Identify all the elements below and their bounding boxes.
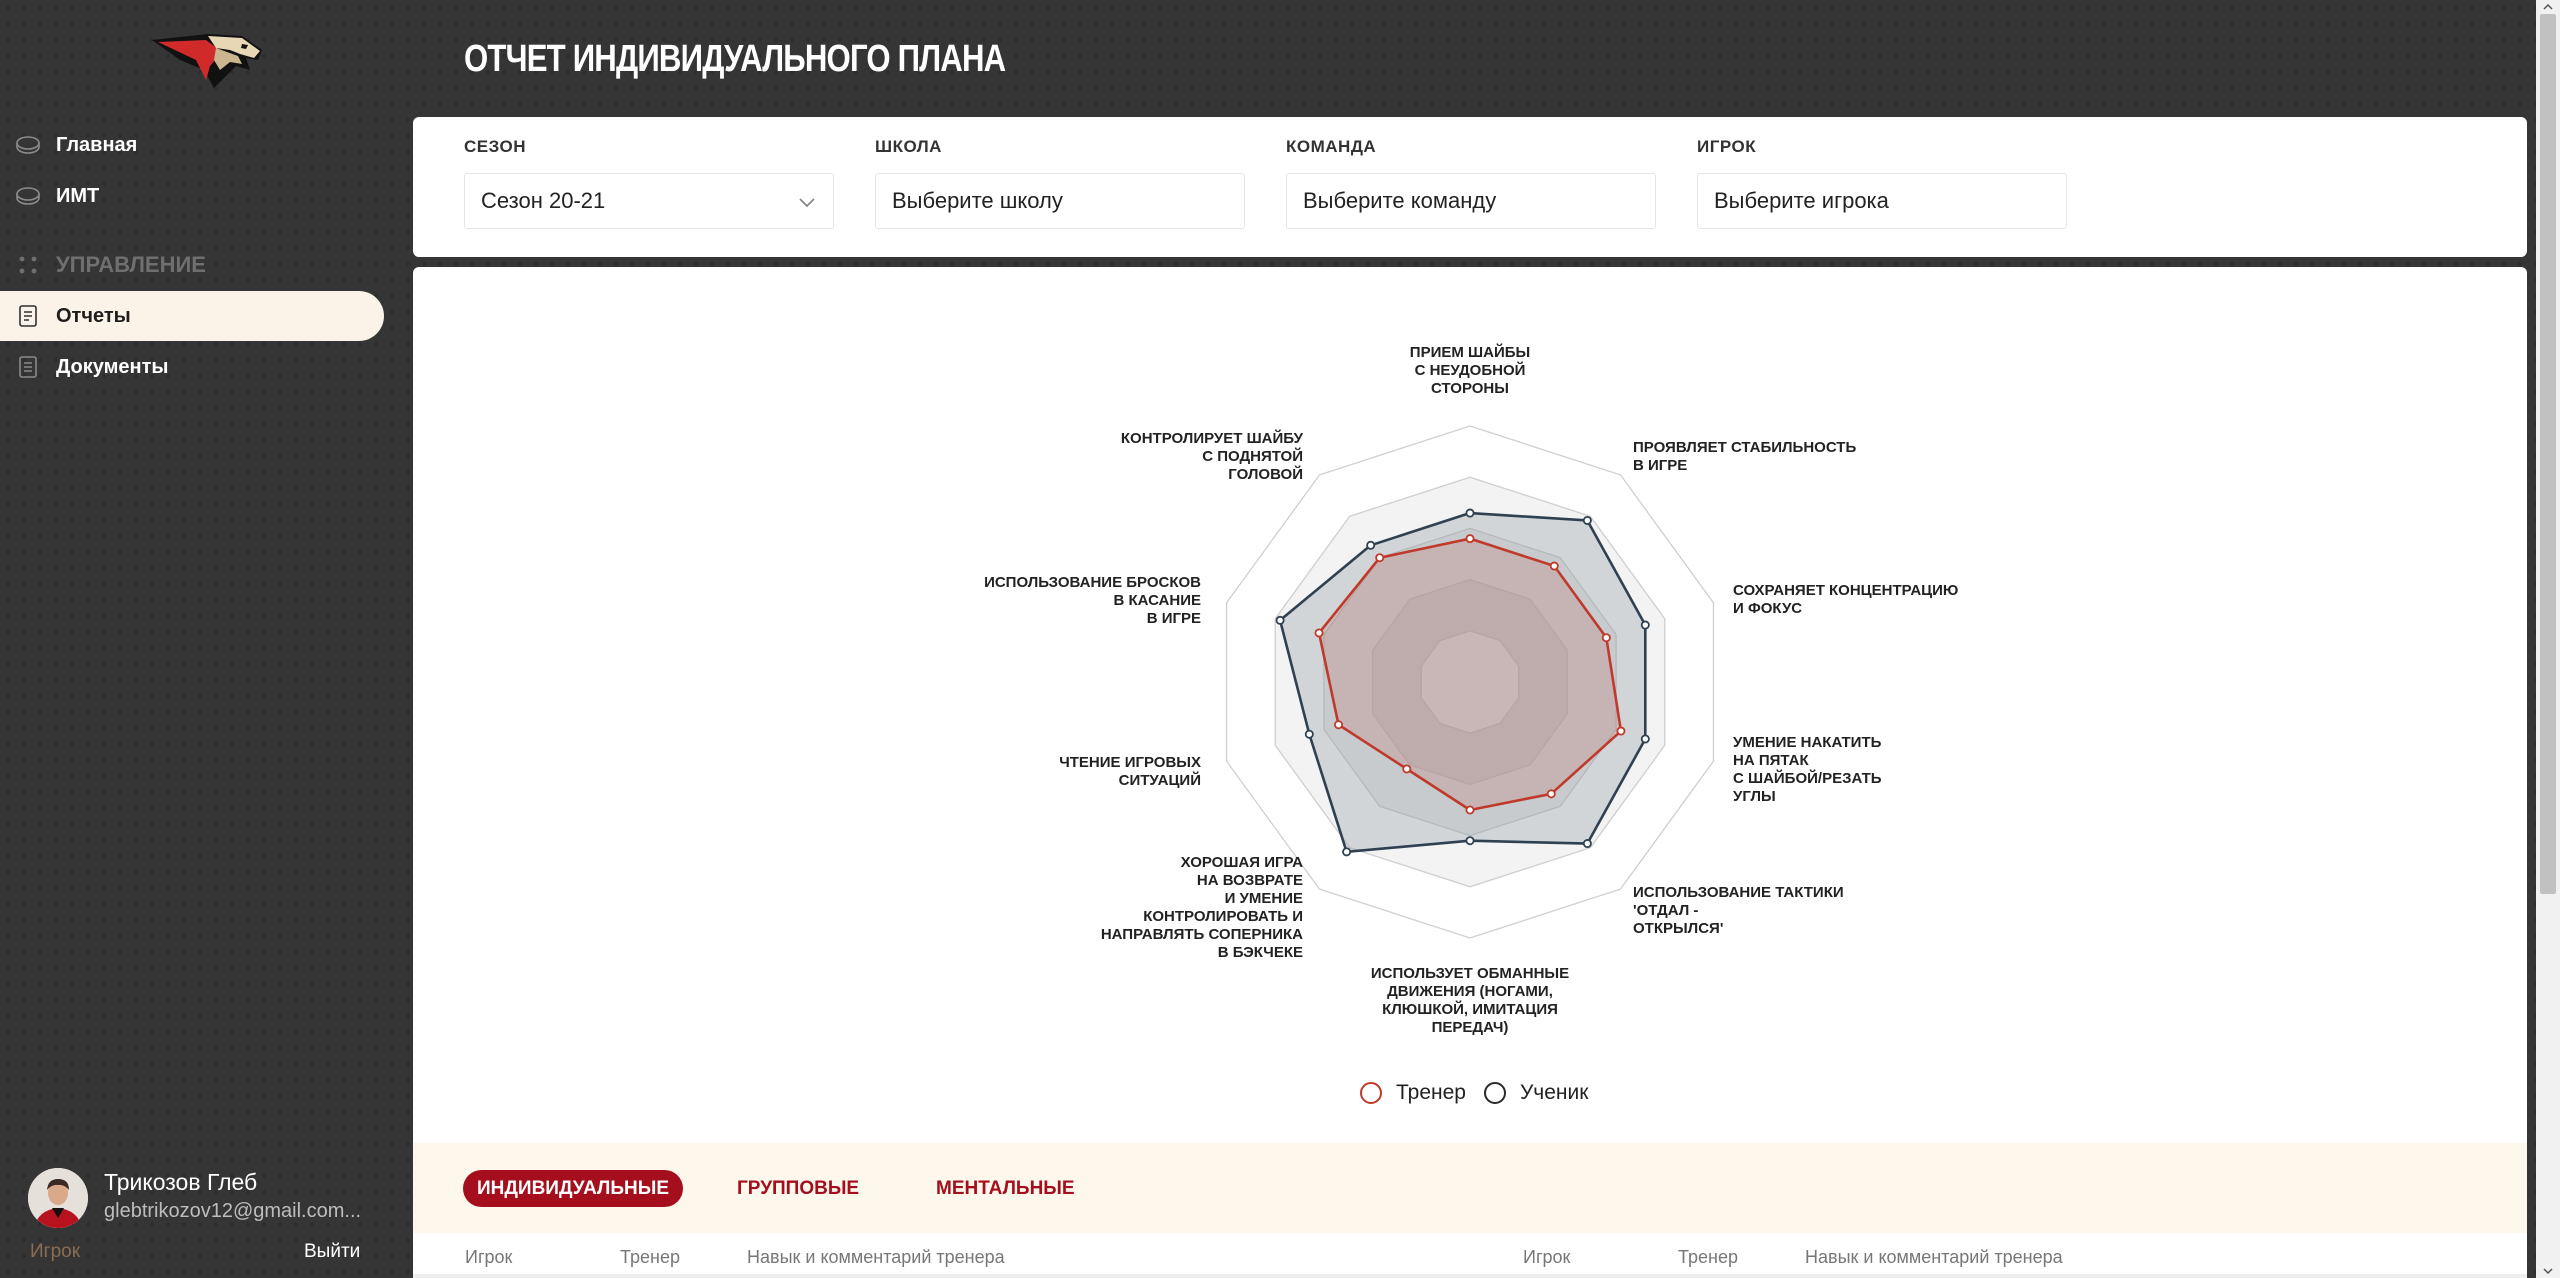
radar-point [1465, 805, 1475, 815]
radar-axis-label: ИСПОЛЬЗОВАНИЕ БРОСКОВ В КАСАНИЕ В ИГРЕ [984, 574, 1201, 627]
radar-point [1375, 553, 1385, 563]
radar-point [1275, 615, 1285, 625]
radar-axis-label: УМЕНИЕ НАКАТИТЬ НА ПЯТАК С ШАЙБОЙ/РЕЗАТЬ УГ… [1733, 734, 1882, 805]
select-value: Выберите школу [892, 188, 1063, 213]
school-select[interactable]: Выберите школу [875, 173, 1245, 229]
nav-item-reports[interactable]: Отчеты [0, 291, 384, 341]
radar-axis-label: ИСПОЛЬЗОВАНИЕ ТАКТИКИ 'ОТДАЛ -ОТКРЫЛСЯ' [1633, 884, 1844, 937]
radar-point [1582, 839, 1592, 849]
column-header-skill: Навык и комментарий тренера [1805, 1247, 2063, 1267]
filter-label: ШКОЛА [875, 137, 942, 156]
select-value: Сезон 20-21 [481, 188, 606, 213]
filters-panel: СЕЗОН Сезон 20-21 ШКОЛА Выберите школу К… [413, 117, 2527, 257]
column-header-player: Игрок [1523, 1247, 1571, 1267]
radar-axis-label: КОНТРОЛИРУЕТ ШАЙБУ С ПОДНЯТОЙ ГОЛОВОЙ [1121, 429, 1304, 483]
column-header-coach: Тренер [1678, 1247, 1738, 1267]
scroll-up-icon[interactable] [2543, 2, 2553, 12]
column-header-skill: Навык и комментарий тренера [747, 1247, 1005, 1267]
page-scrollbar[interactable] [2536, 0, 2560, 1278]
grid-dots-icon [0, 252, 56, 278]
avatar[interactable] [28, 1168, 88, 1228]
filter-label: СЕЗОН [464, 137, 527, 156]
radar-point [1546, 789, 1556, 799]
nav-section-label: УПРАВЛЕНИЕ [56, 252, 206, 277]
radar-point [1640, 620, 1650, 630]
radar-point [1601, 633, 1611, 643]
radar-point [1616, 726, 1626, 736]
nav-item-label: Документы [56, 355, 169, 378]
sidebar: Главная ИМТ УПРАВЛЕНИЕ Отчеты Документы [0, 0, 400, 1278]
legend-swatch [1483, 1082, 1506, 1104]
filter-season: СЕЗОН Сезон 20-21 [464, 137, 834, 229]
document-icon [0, 354, 56, 380]
legend-label: Тренер [1396, 1081, 1466, 1104]
radar-point [1465, 534, 1475, 544]
hawk-logo-icon[interactable] [150, 30, 265, 92]
legend-label: Ученик [1519, 1081, 1589, 1104]
select-value: Выберите команду [1303, 188, 1497, 213]
tab-individual[interactable]: Индивидуальные [463, 1170, 684, 1207]
profile-name: Трикозов Глеб [104, 1169, 258, 1195]
nav-item-home[interactable]: Главная [0, 120, 384, 170]
user-profile: Трикозов Глеб glebtrikozov12@gmail.com..… [28, 1165, 368, 1231]
filter-player: ИГРОК Выберите игрока [1697, 137, 2067, 229]
radar-point [1582, 515, 1592, 525]
radar-point [1304, 729, 1314, 739]
radar-point [1549, 561, 1559, 571]
chart-legend: Тренер Ученик [1360, 1081, 1606, 1105]
tab-mental[interactable]: Ментальные [922, 1170, 1089, 1207]
legend-item-student[interactable]: Ученик [1483, 1081, 1589, 1105]
table-header: Игрок Тренер Навык и комментарий тренера… [413, 1233, 2527, 1278]
nav-item-label: ИМТ [56, 184, 100, 207]
report-card: ПРИЕМ ШАЙБЫ С НЕУДОБНОЙ СТОРОНЫ ПРОЯВЛЯЕТ С… [413, 267, 2527, 1278]
season-select[interactable]: Сезон 20-21 [464, 173, 834, 229]
chevron-down-icon [799, 198, 815, 208]
nav-section-management[interactable]: УПРАВЛЕНИЕ [0, 240, 384, 290]
profile-email: glebtrikozov12@gmail.com... [104, 1200, 362, 1222]
profile-role: Игрок [30, 1241, 81, 1262]
scroll-down-icon[interactable] [2543, 1266, 2553, 1276]
player-select[interactable]: Выберите игрока [1697, 173, 2067, 229]
radar-axis-label: СОХРАНЯЕТ КОНЦЕНТРАЦИЮ И ФОКУС [1733, 582, 1958, 617]
filter-label: КОМАНДА [1286, 137, 1377, 156]
radar-axis-label: ИСПОЛЬЗУЕТ ОБМАННЫЕ ДВИЖЕНИЯ (НОГАМИ, КЛЮШ… [1371, 965, 1569, 1036]
radar-axis-label: ХОРОШАЯ ИГРА НА ВОЗВРАТЕ И УМЕНИЕ КОНТРОЛИР… [1101, 854, 1303, 961]
radar-axis-label: ПРОЯВЛЯЕТ СТАБИЛЬНОСТЬ В ИГРЕ [1633, 439, 1856, 474]
radar-point [1402, 764, 1412, 774]
nav-item-documents[interactable]: Документы [0, 342, 384, 392]
radar-point [1366, 540, 1376, 550]
tab-group[interactable]: Групповые [723, 1170, 873, 1207]
legend-swatch [1360, 1082, 1382, 1104]
logout-button[interactable]: Выйти [304, 1241, 360, 1263]
puck-icon [0, 183, 56, 209]
radar-point [1342, 847, 1352, 857]
skill-tabs: Индивидуальные Групповые Ментальные [413, 1143, 2527, 1233]
filter-label: ИГРОК [1697, 137, 1757, 156]
radar-axis-label: ЧТЕНИЕ ИГРОВЫХ СИТУАЦИЙ [1059, 754, 1201, 789]
radar-point [1314, 628, 1324, 638]
column-header-player: Игрок [465, 1247, 513, 1267]
column-header-coach: Тренер [620, 1247, 680, 1267]
radar-point [1465, 836, 1475, 846]
team-select[interactable]: Выберите команду [1286, 173, 1656, 229]
select-value: Выберите игрока [1714, 188, 1889, 213]
puck-icon [0, 132, 56, 158]
nav-item-label: Главная [56, 133, 138, 156]
divider [413, 1274, 2527, 1278]
radar-axis-label: ПРИЕМ ШАЙБЫ С НЕУДОБНОЙ СТОРОНЫ [1410, 343, 1530, 397]
nav-item-label: Отчеты [56, 304, 131, 327]
radar-point [1640, 734, 1650, 744]
legend-item-coach[interactable]: Тренер [1360, 1081, 1466, 1105]
page-title: Отчет индивидуального плана [464, 38, 1006, 80]
nav-item-imt[interactable]: ИМТ [0, 171, 384, 221]
filter-school: ШКОЛА Выберите школу [875, 137, 1245, 229]
report-icon [0, 303, 56, 329]
scroll-thumb[interactable] [2540, 14, 2556, 894]
radar-chart: ПРИЕМ ШАЙБЫ С НЕУДОБНОЙ СТОРОНЫ ПРОЯВЛЯЕТ С… [984, 343, 1958, 1036]
filter-team: КОМАНДА Выберите команду [1286, 137, 1656, 229]
radar-point [1334, 720, 1344, 730]
radar-point [1465, 508, 1475, 518]
